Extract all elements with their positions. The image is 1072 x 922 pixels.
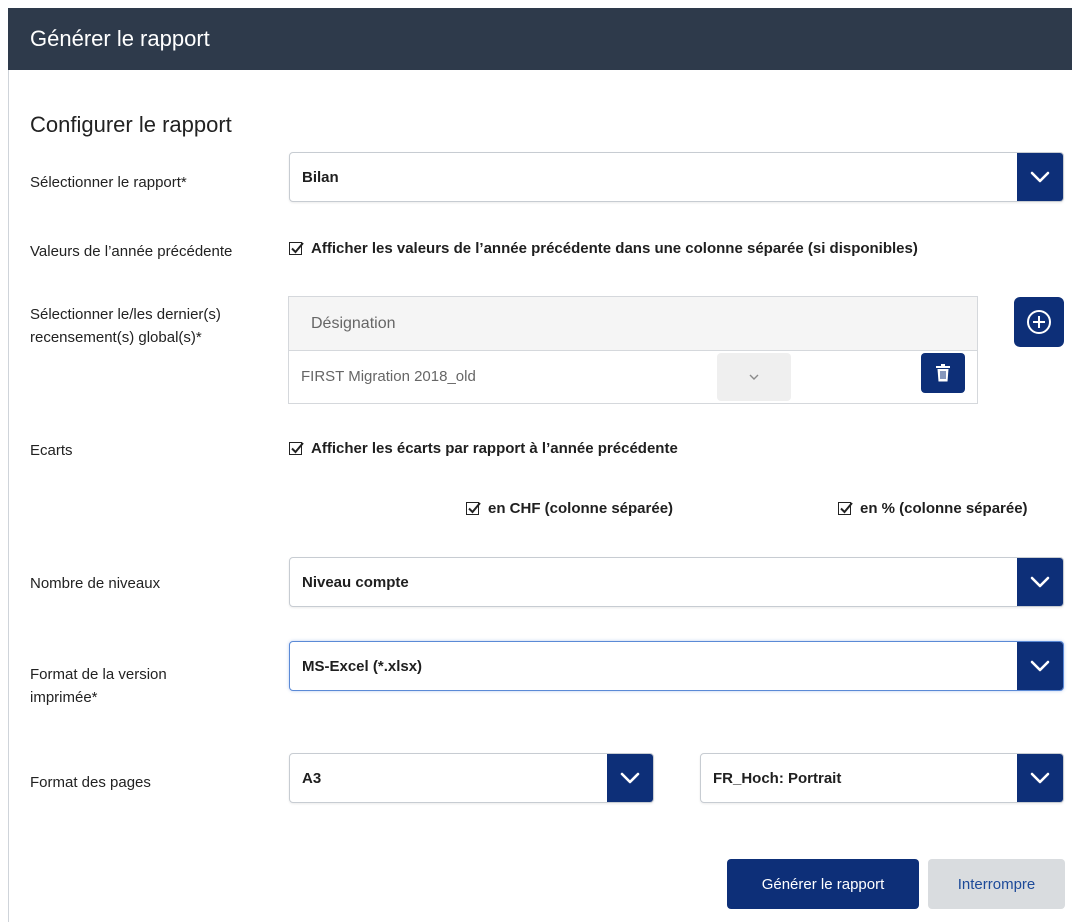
- census-label-line2: recensement(s) global(s)*: [30, 329, 202, 346]
- checkmark-icon: [291, 442, 304, 454]
- print-format-label-line1: Format de la version: [30, 666, 167, 683]
- add-census-button[interactable]: [1014, 297, 1064, 347]
- page-size-select-dropdown-button[interactable]: [607, 754, 653, 802]
- page-size-select-value: A3: [302, 770, 322, 787]
- chevron-down-icon: [1030, 576, 1050, 588]
- chevron-down-icon: [1030, 171, 1050, 183]
- prev-year-checkbox-label: Afficher les valeurs de l’année précéden…: [311, 240, 918, 257]
- census-grid: Désignation FIRST Migration 2018_old: [288, 296, 978, 404]
- section-title: Configurer le rapport: [30, 112, 232, 137]
- chevron-down-icon: [749, 374, 759, 380]
- print-format-label-line2: imprimée*: [30, 689, 98, 706]
- levels-select[interactable]: Niveau compte: [289, 557, 1064, 607]
- delete-row-button[interactable]: [921, 353, 965, 393]
- page-orientation-select-value: FR_Hoch: Portrait: [713, 770, 842, 787]
- chevron-down-icon: [620, 772, 640, 784]
- deviations-checkbox-label: Afficher les écarts par rapport à l’anné…: [311, 440, 678, 457]
- report-select[interactable]: Bilan: [289, 152, 1064, 202]
- cancel-button[interactable]: Interrompre: [928, 859, 1065, 909]
- page-size-select[interactable]: A3: [289, 753, 654, 803]
- checkmark-icon: [468, 502, 481, 514]
- column-header-designation: Désignation: [311, 315, 396, 332]
- dialog-title: Générer le rapport: [30, 26, 210, 51]
- print-format-label: Format de la version imprimée*: [30, 663, 167, 709]
- checkbox-box[interactable]: [466, 502, 481, 515]
- prev-year-label: Valeurs de l’année précédente: [30, 243, 233, 260]
- deviations-checkbox[interactable]: Afficher les écarts par rapport à l’anné…: [289, 440, 678, 457]
- page-orientation-select[interactable]: FR_Hoch: Portrait: [700, 753, 1064, 803]
- census-row-name: FIRST Migration 2018_old: [301, 368, 476, 385]
- page-format-label: Format des pages: [30, 774, 151, 791]
- plus-circle-icon: [1027, 310, 1051, 334]
- dialog-header: Générer le rapport: [8, 8, 1072, 70]
- print-format-select-dropdown-button[interactable]: [1017, 642, 1063, 690]
- deviations-label: Ecarts: [30, 442, 73, 459]
- print-format-select[interactable]: MS-Excel (*.xlsx): [289, 641, 1064, 691]
- census-row-dropdown[interactable]: [717, 353, 791, 401]
- levels-select-dropdown-button[interactable]: [1017, 558, 1063, 606]
- census-label-line1: Sélectionner le/les dernier(s): [30, 306, 221, 323]
- census-grid-header: Désignation: [289, 297, 977, 351]
- levels-select-value: Niveau compte: [302, 574, 409, 591]
- print-format-select-value: MS-Excel (*.xlsx): [302, 658, 423, 675]
- checkbox-box[interactable]: [838, 502, 853, 515]
- chevron-down-icon: [1030, 660, 1050, 672]
- dialog-left-border: [8, 70, 9, 922]
- checkmark-icon: [291, 242, 304, 254]
- deviations-chf-label: en CHF (colonne séparée): [488, 500, 674, 517]
- report-select-label: Sélectionner le rapport*: [30, 174, 187, 191]
- report-select-value: Bilan: [302, 169, 339, 186]
- checkbox-box[interactable]: [289, 242, 304, 255]
- checkbox-box[interactable]: [289, 442, 304, 455]
- deviations-pct-checkbox[interactable]: en % (colonne séparée): [838, 500, 1028, 517]
- generate-report-button[interactable]: Générer le rapport: [727, 859, 919, 909]
- chevron-down-icon: [1030, 772, 1050, 784]
- deviations-pct-label: en % (colonne séparée): [860, 500, 1028, 517]
- trash-icon: [936, 364, 950, 382]
- prev-year-checkbox[interactable]: Afficher les valeurs de l’année précéden…: [289, 240, 918, 257]
- deviations-chf-checkbox[interactable]: en CHF (colonne séparée): [466, 500, 673, 517]
- levels-label: Nombre de niveaux: [30, 575, 161, 592]
- report-select-dropdown-button[interactable]: [1017, 153, 1063, 201]
- census-label: Sélectionner le/les dernier(s) recenseme…: [30, 303, 221, 349]
- checkmark-icon: [840, 502, 853, 514]
- page-orientation-select-dropdown-button[interactable]: [1017, 754, 1063, 802]
